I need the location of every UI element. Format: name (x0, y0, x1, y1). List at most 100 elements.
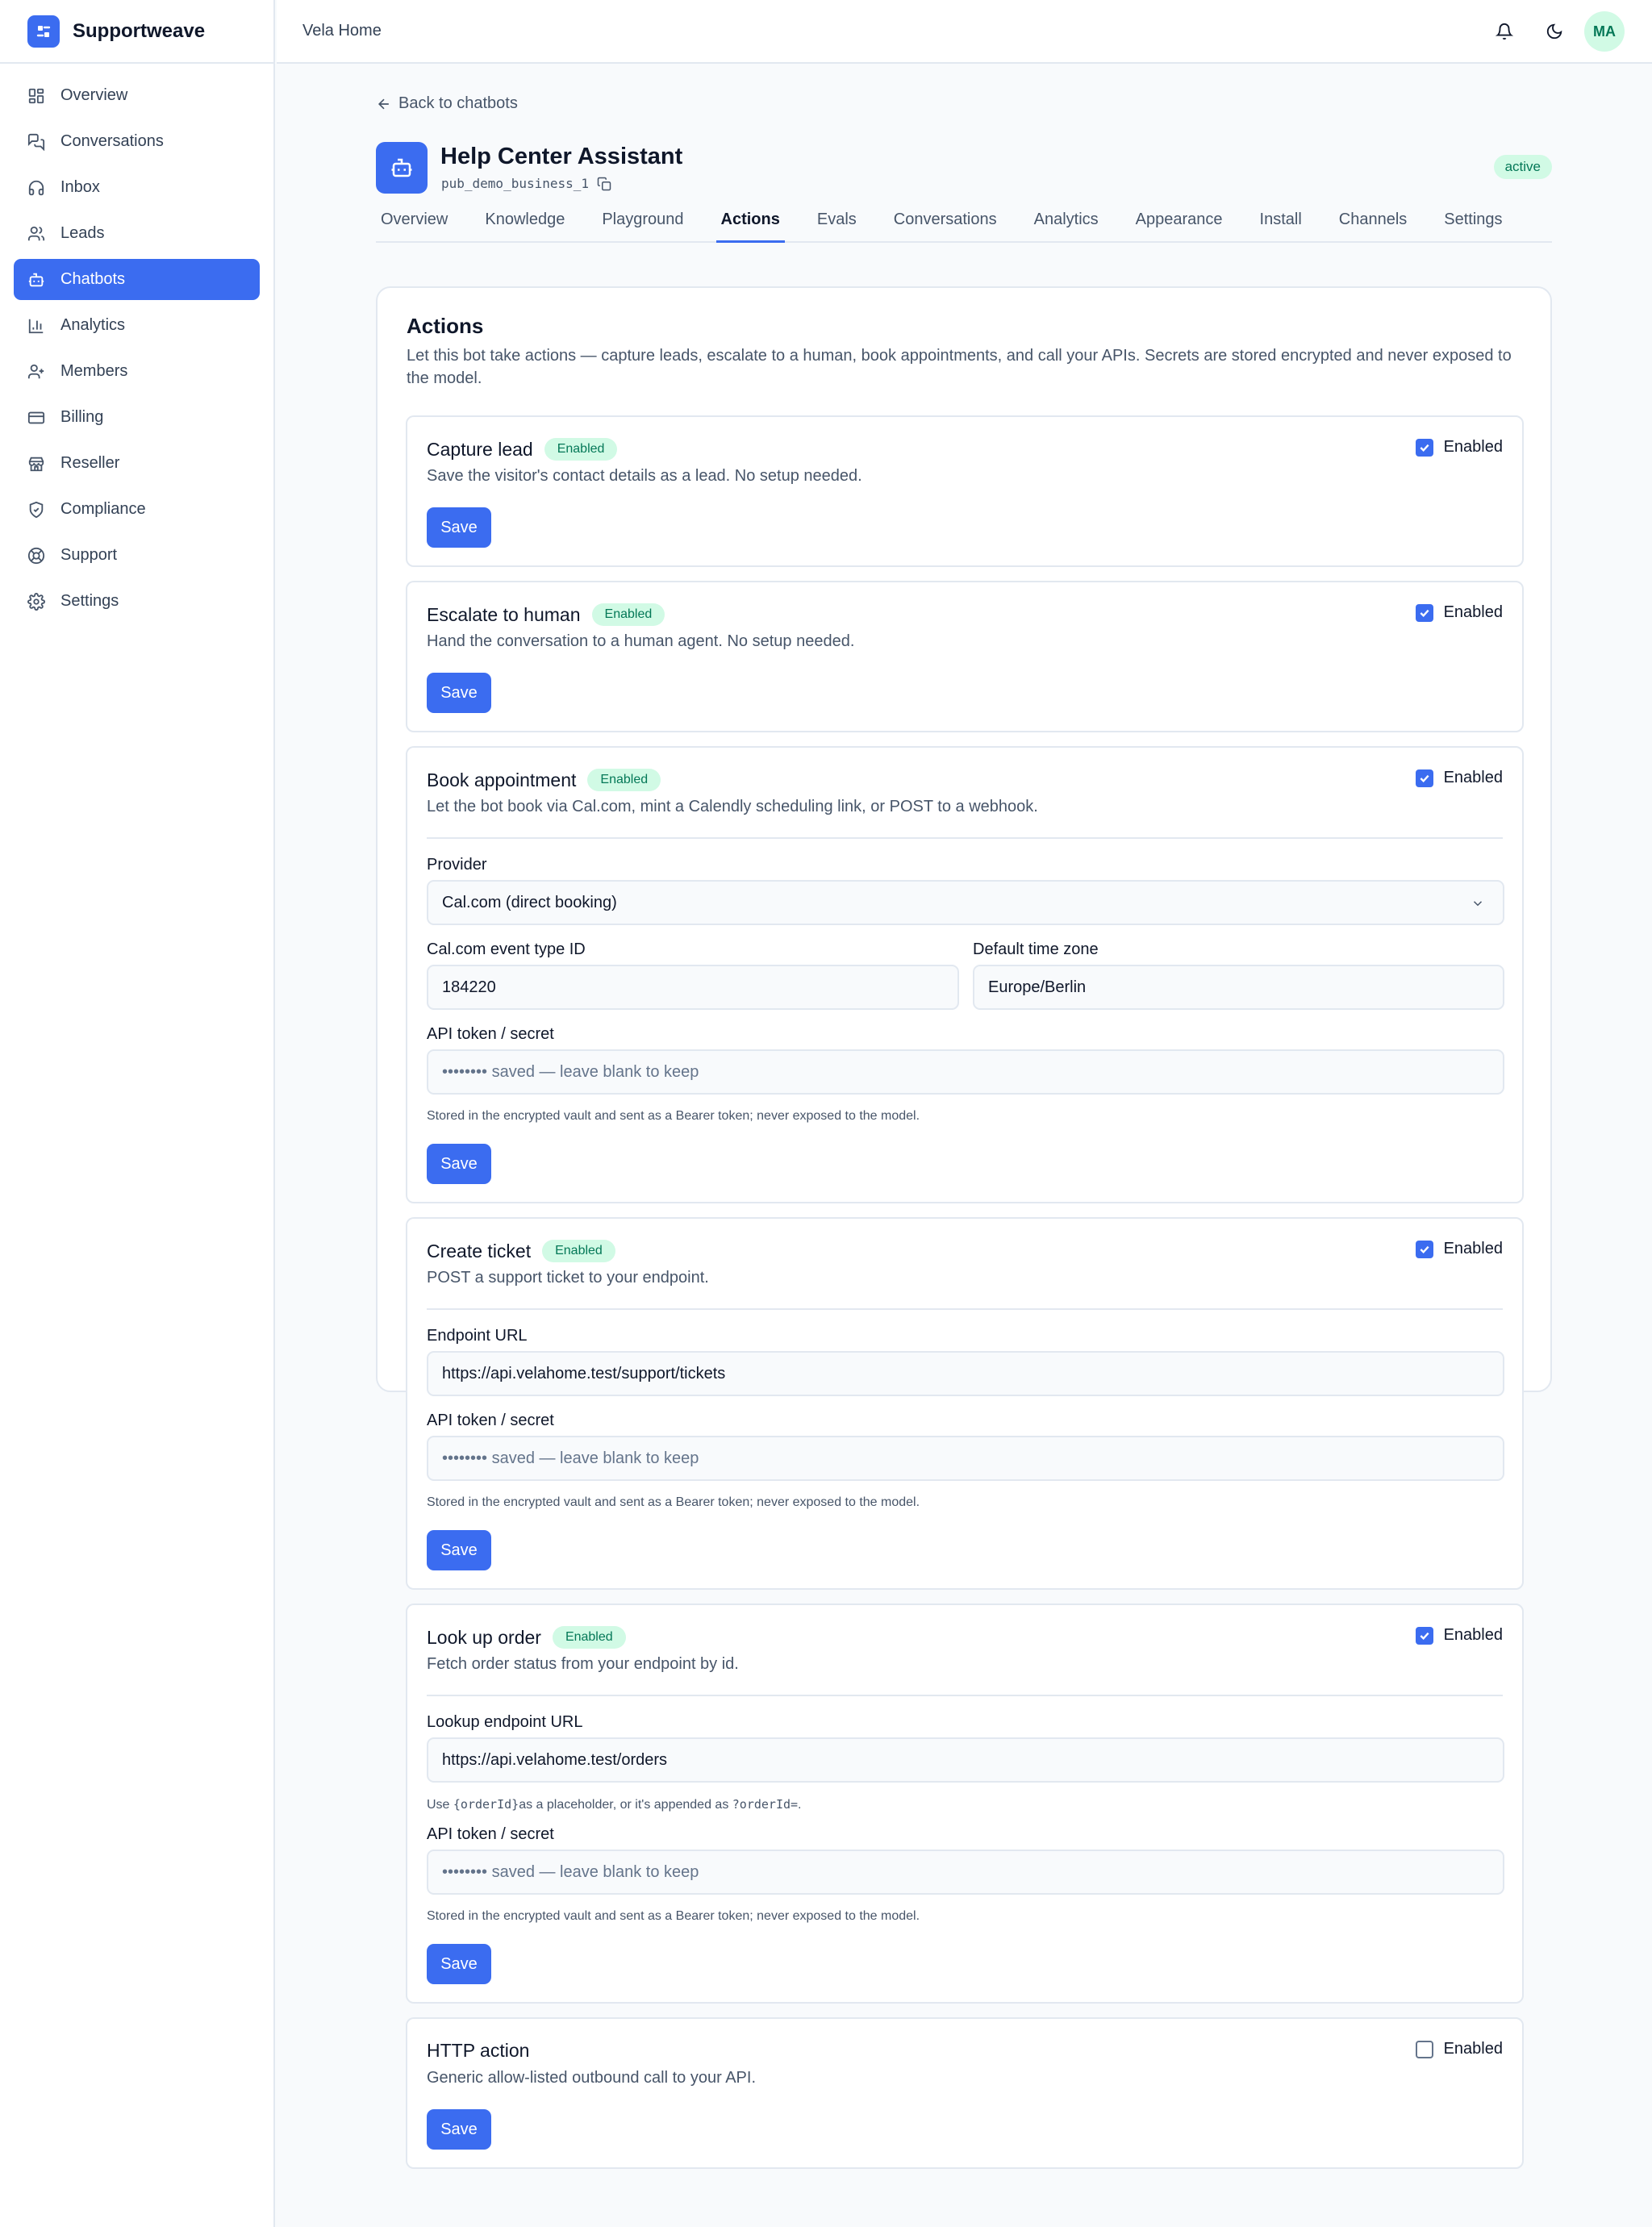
action-description: Fetch order status from your endpoint by… (427, 1655, 739, 1673)
save-button[interactable]: Save (427, 673, 491, 713)
theme-toggle-button[interactable] (1534, 11, 1575, 52)
enabled-checkbox[interactable]: Enabled (1415, 438, 1503, 457)
tab-overview[interactable]: Overview (376, 207, 453, 243)
sidebar-item-billing[interactable]: Billing (14, 397, 260, 438)
sidebar-item-chatbots[interactable]: Chatbots (14, 259, 260, 300)
placeholder-hint: Use {orderId}as a placeholder, or it's a… (427, 1797, 802, 1812)
action-title-text: Create ticket (427, 1240, 532, 1262)
tab-analytics[interactable]: Analytics (1029, 207, 1103, 243)
secret-hint: Stored in the encrypted vault and sent a… (427, 1109, 920, 1123)
bot-header: Help Center Assistant pub_demo_business_… (376, 142, 1552, 194)
api-token-input[interactable]: •••••••• saved — leave blank to keep (427, 1049, 1504, 1095)
notifications-button[interactable] (1484, 11, 1525, 52)
hint-text: . (798, 1798, 802, 1812)
checkbox-label: Enabled (1443, 769, 1503, 786)
tab-actions[interactable]: Actions (715, 207, 785, 243)
enabled-badge: Enabled (587, 769, 661, 791)
action-capture-lead: Capture lead Enabled Save the visitor's … (406, 415, 1524, 567)
time-zone-label: Default time zone (973, 940, 1099, 958)
checkbox-checked-icon[interactable] (1415, 438, 1433, 457)
lifebuoy-icon (27, 547, 45, 564)
back-to-chatbots-link[interactable]: Back to chatbots (376, 94, 518, 113)
panel-title: Actions (407, 314, 484, 338)
checkbox-checked-icon[interactable] (1415, 1240, 1433, 1258)
checkbox-checked-icon[interactable] (1415, 1626, 1433, 1645)
enabled-checkbox[interactable]: Enabled (1415, 2040, 1503, 2058)
sidebar-item-label: Overview (60, 86, 128, 104)
status-badge: active (1493, 155, 1552, 179)
avatar[interactable]: MA (1584, 11, 1625, 52)
sidebar-item-members[interactable]: Members (14, 351, 260, 392)
action-description: Let the bot book via Cal.com, mint a Cal… (427, 798, 1038, 815)
arrow-left-icon (378, 98, 389, 109)
action-title: Book appointment Enabled (427, 769, 661, 791)
lookup-endpoint-input[interactable]: https://api.velahome.test/orders (427, 1737, 1504, 1783)
sidebar-item-label: Members (60, 362, 128, 380)
tab-settings[interactable]: Settings (1439, 207, 1507, 243)
save-button[interactable]: Save (427, 1530, 491, 1570)
sidebar-item-label: Settings (60, 592, 119, 610)
enabled-badge: Enabled (552, 1626, 626, 1649)
endpoint-url-label: Endpoint URL (427, 1327, 528, 1345)
sidebar-item-reseller[interactable]: Reseller (14, 443, 260, 484)
sidebar-item-leads[interactable]: Leads (14, 213, 260, 254)
copy-icon[interactable] (597, 177, 611, 191)
save-button[interactable]: Save (427, 1144, 491, 1184)
panel-description: Let this bot take actions — capture lead… (407, 347, 1512, 387)
tab-knowledge[interactable]: Knowledge (480, 207, 569, 243)
action-title: Create ticket Enabled (427, 1240, 615, 1262)
sidebar-item-settings[interactable]: Settings (14, 581, 260, 622)
sidebar-item-label: Chatbots (60, 270, 126, 288)
tab-channels[interactable]: Channels (1334, 207, 1412, 243)
action-description: Hand the conversation to a human agent. … (427, 632, 855, 650)
provider-value: Cal.com (direct booking) (442, 893, 617, 911)
time-zone-input[interactable]: Europe/Berlin (973, 965, 1504, 1010)
enabled-checkbox[interactable]: Enabled (1415, 1240, 1503, 1258)
enabled-checkbox[interactable]: Enabled (1415, 769, 1503, 787)
checkbox-checked-icon[interactable] (1415, 769, 1433, 787)
endpoint-url-input[interactable]: https://api.velahome.test/support/ticket… (427, 1351, 1504, 1396)
action-description: Save the visitor's contact details as a … (427, 467, 862, 485)
save-button[interactable]: Save (427, 2109, 491, 2150)
tab-conversations[interactable]: Conversations (889, 207, 1002, 243)
tab-evals[interactable]: Evals (812, 207, 861, 243)
topbar: Vela Home MA (277, 0, 1652, 64)
tab-playground[interactable]: Playground (597, 207, 688, 243)
sidebar-item-analytics[interactable]: Analytics (14, 305, 260, 346)
enabled-badge: Enabled (542, 1240, 615, 1262)
enabled-checkbox[interactable]: Enabled (1415, 603, 1503, 622)
hint-text: Use (427, 1798, 450, 1812)
checkbox-checked-icon[interactable] (1415, 603, 1433, 622)
api-token-input[interactable]: •••••••• saved — leave blank to keep (427, 1436, 1504, 1481)
chevron-down-icon (1473, 901, 1483, 907)
checkbox-label: Enabled (1443, 603, 1503, 621)
save-button[interactable]: Save (427, 1944, 491, 1984)
event-type-label: Cal.com event type ID (427, 940, 586, 958)
divider (427, 1695, 1503, 1696)
tab-appearance[interactable]: Appearance (1131, 207, 1228, 243)
sidebar-item-conversations[interactable]: Conversations (14, 121, 260, 162)
brand[interactable]: Supportweave (0, 0, 273, 64)
credit-card-icon (27, 411, 45, 423)
tab-install[interactable]: Install (1255, 207, 1307, 243)
bot-icon (28, 273, 44, 286)
provider-select[interactable]: Cal.com (direct booking) (427, 880, 1504, 925)
hint-code: ?orderId= (732, 1797, 799, 1812)
enabled-badge: Enabled (544, 438, 618, 461)
event-type-input[interactable]: 184220 (427, 965, 959, 1010)
sidebar-item-compliance[interactable]: Compliance (14, 489, 260, 530)
bell-icon (1496, 23, 1513, 40)
api-token-input[interactable]: •••••••• saved — leave blank to keep (427, 1850, 1504, 1895)
workspace-name: Vela Home (302, 22, 382, 40)
enabled-checkbox[interactable]: Enabled (1415, 1626, 1503, 1645)
api-token-label: API token / secret (427, 1025, 554, 1043)
save-button[interactable]: Save (427, 507, 491, 548)
sidebar-item-inbox[interactable]: Inbox (14, 167, 260, 208)
checkbox-unchecked-icon[interactable] (1415, 2040, 1433, 2058)
sidebar-item-overview[interactable]: Overview (14, 75, 260, 116)
action-title-text: HTTP action (427, 2040, 530, 2061)
checkbox-label: Enabled (1443, 1240, 1503, 1257)
hint-code: {orderId} (453, 1797, 519, 1812)
sidebar-item-support[interactable]: Support (14, 535, 260, 576)
headset-icon (28, 180, 44, 195)
